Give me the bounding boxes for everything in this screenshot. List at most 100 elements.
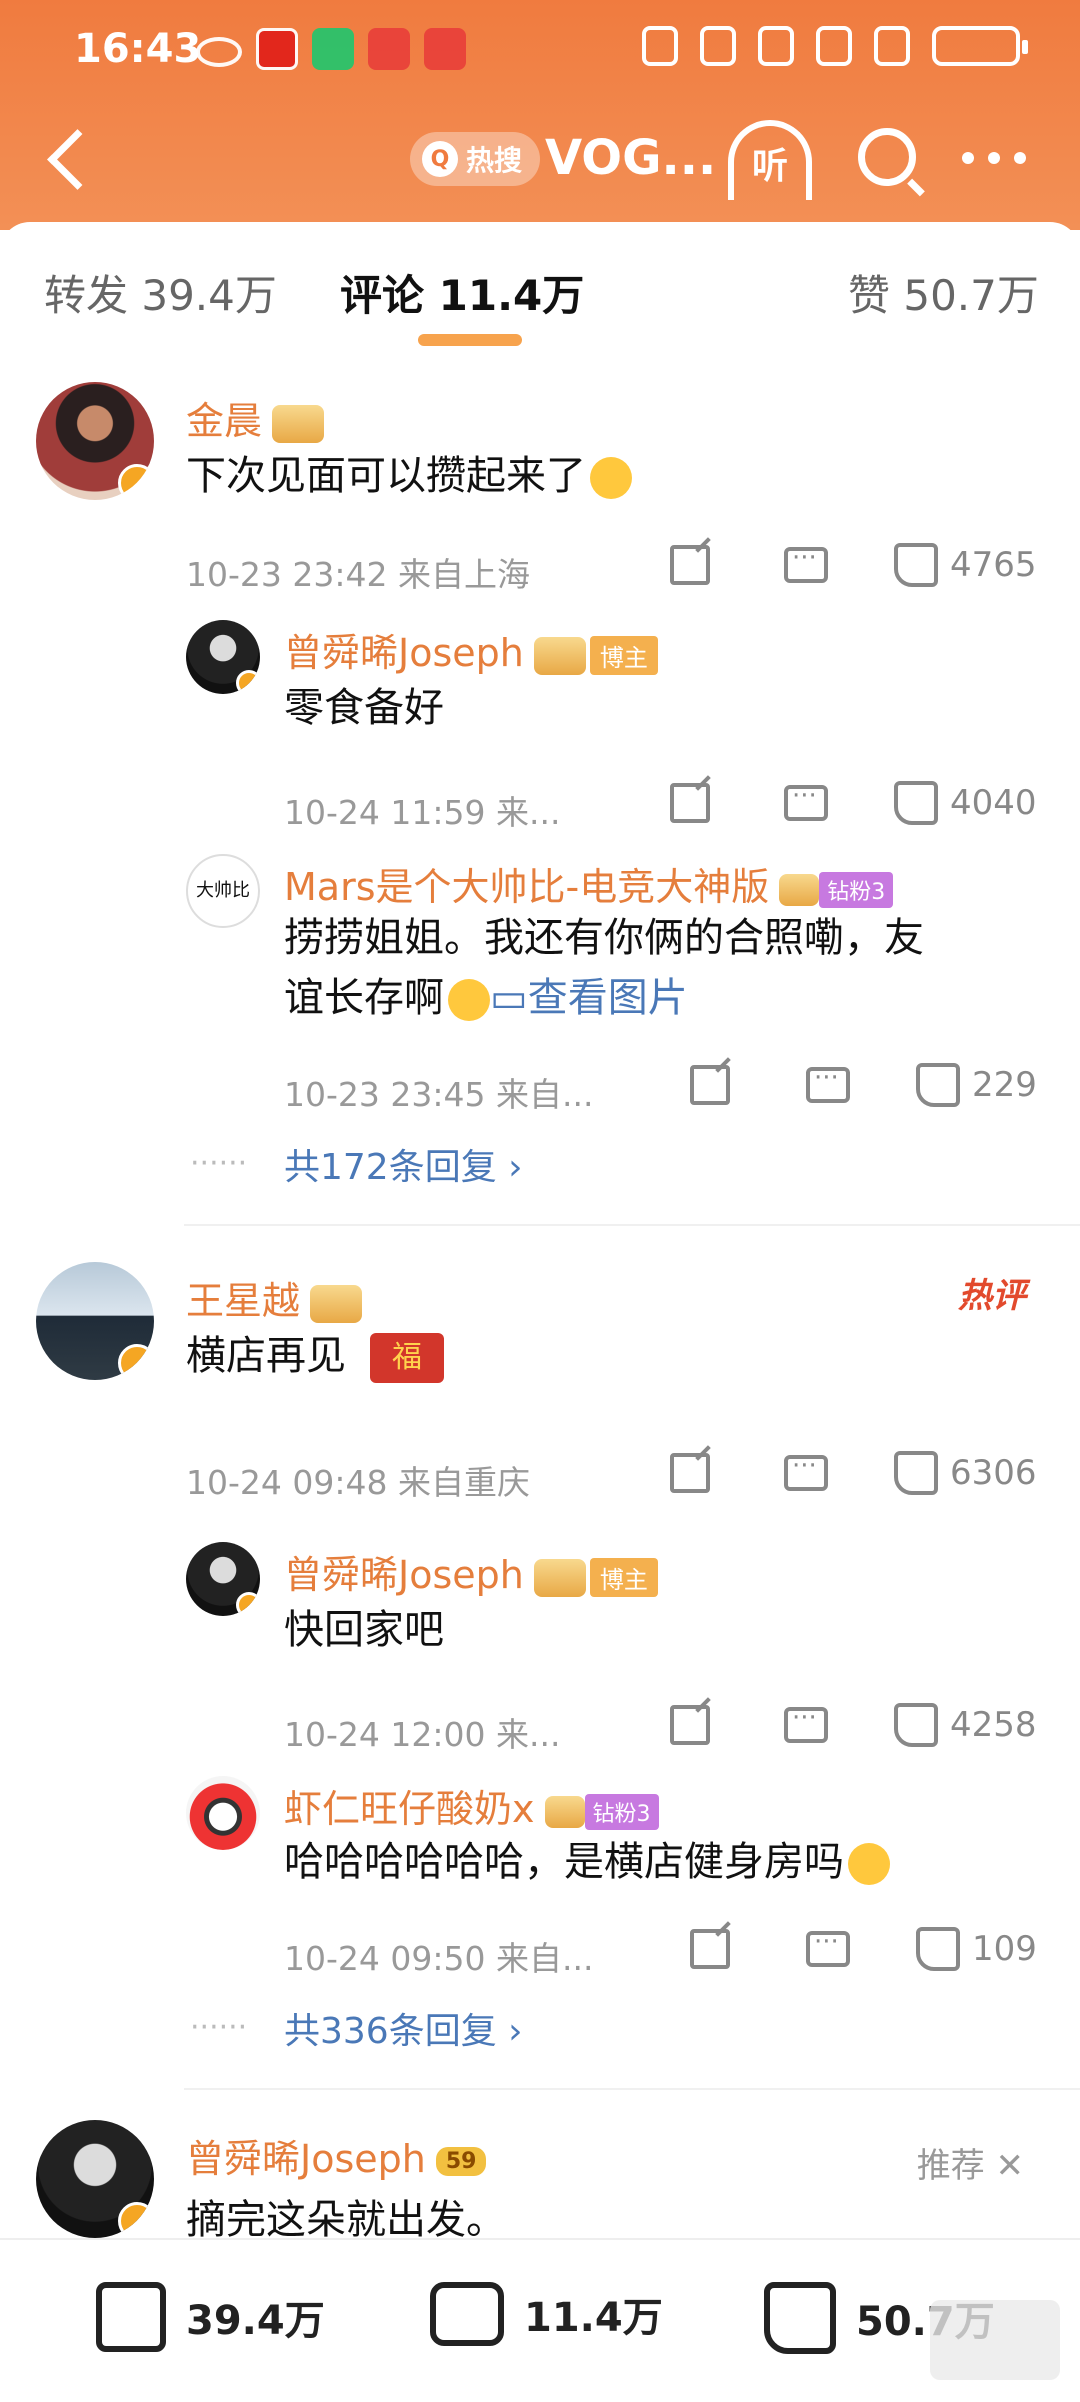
thumbs-up-icon [894, 1451, 938, 1495]
verified-badge-icon [118, 2202, 154, 2238]
recommend-dismiss-button[interactable]: 推荐 ✕ [917, 2138, 1024, 2187]
username[interactable]: 曾舜晞Joseph [186, 2137, 426, 2181]
like-count: 4040 [950, 783, 1037, 823]
username[interactable]: 曾舜晞Joseph [284, 1553, 524, 1597]
like-count: 109 [972, 1929, 1037, 1969]
crown-badge-icon [272, 404, 325, 443]
bottom-repost-button[interactable]: 39.4万 [96, 2282, 325, 2352]
thumbs-up-icon [916, 1063, 960, 1107]
verified-badge-icon [236, 670, 260, 694]
share-button[interactable] [690, 1060, 730, 1110]
more-options-button[interactable] [962, 152, 1026, 164]
comment-icon [784, 543, 828, 583]
thread-dots: ······ [190, 2010, 248, 2045]
reply-button[interactable] [806, 1924, 850, 1974]
like-button[interactable]: 4765 [894, 540, 1037, 590]
username[interactable]: 王星越 [186, 1279, 300, 1323]
level-badge: 59 [435, 2147, 487, 2176]
tab-repost[interactable]: 转发 39.4万 [44, 262, 277, 323]
eye-icon [196, 37, 242, 67]
username[interactable]: 金晨 [186, 399, 262, 443]
reply-button[interactable] [784, 540, 828, 590]
hot-search-label: 热搜 [466, 144, 523, 177]
app-icon [424, 28, 466, 70]
hot-search-button[interactable]: Q 热搜 [410, 132, 541, 186]
avatar[interactable] [186, 620, 260, 694]
share-icon [670, 1453, 710, 1493]
reply-text: 捞捞姐姐。我还有你俩的合照嘞，友 谊长存啊 ▭查看图片 [284, 908, 1044, 1028]
more-replies-link[interactable]: 共336条回复 › [284, 2002, 523, 2054]
comment-icon [430, 2282, 504, 2346]
comment-text: 横店再见福 [186, 1326, 444, 1386]
emoji-icon [848, 1843, 890, 1885]
page-title: VOG... [545, 130, 717, 186]
reply-meta: 10-24 12:00 来... [284, 1715, 561, 1754]
avatar[interactable] [186, 1542, 260, 1616]
reply-meta: 10-24 09:50 来自... [284, 1939, 594, 1978]
reply-text-line: 捞捞姐姐。我还有你俩的合照嘞，友 [284, 915, 924, 961]
share-button[interactable] [690, 1924, 730, 1974]
share-icon [690, 1065, 730, 1105]
bottom-comment-button[interactable]: 11.4万 [430, 2282, 663, 2346]
share-button[interactable] [670, 540, 710, 590]
like-button[interactable]: 4258 [894, 1700, 1037, 1750]
nav-bar: Q 热搜 VOG... 听 [0, 110, 1080, 210]
more-replies-link[interactable]: 共172条回复 › [284, 1138, 523, 1190]
reply-button[interactable] [784, 1448, 828, 1498]
username[interactable]: 曾舜晞Joseph [284, 631, 524, 675]
reply-button[interactable] [784, 778, 828, 828]
battery-icon [932, 26, 1028, 66]
comment-meta: 10-23 23:42 来自上海 [186, 555, 530, 594]
listen-button[interactable]: 听 [728, 120, 812, 200]
thumbs-up-icon [916, 1927, 960, 1971]
verified-badge-icon [118, 464, 154, 500]
crown-badge-icon [533, 636, 586, 675]
author-badge-label: 博主 [589, 636, 658, 675]
search-icon: Q [422, 141, 458, 177]
like-button[interactable]: 4040 [894, 778, 1037, 828]
app-header: 16:43 Q 热搜 VOG... 听 [0, 0, 1080, 230]
view-image-link[interactable]: ▭查看图片 [490, 975, 688, 1021]
comment-header: 王星越 [186, 1270, 363, 1325]
emoji-icon [448, 979, 490, 1021]
reply-header: 曾舜晞Joseph 博主 [284, 1544, 658, 1599]
share-button[interactable] [670, 1700, 710, 1750]
reply-button[interactable] [806, 1060, 850, 1110]
fan-badge-label: 钻粉3 [819, 871, 894, 908]
wifi-icon [816, 26, 852, 66]
like-button[interactable]: 109 [916, 1924, 1037, 1974]
comment-text: 下次见面可以攒起来了 [186, 446, 632, 506]
crown-badge-icon [544, 1795, 585, 1828]
status-time: 16:43 [74, 26, 202, 72]
avatar[interactable] [186, 1776, 260, 1850]
comment-icon [784, 781, 828, 821]
share-button[interactable] [670, 1448, 710, 1498]
share-icon [670, 783, 710, 823]
avatar[interactable] [36, 382, 154, 500]
tab-comments[interactable]: 评论 11.4万 [340, 262, 584, 323]
ai-search-icon[interactable] [858, 128, 916, 186]
like-button[interactable]: 6306 [894, 1448, 1037, 1498]
back-button[interactable] [40, 124, 100, 194]
comment-text-body: 横店再见 [186, 1333, 346, 1379]
reply-text: 零食备好 [284, 685, 444, 731]
username[interactable]: 虾仁旺仔酸奶x [284, 1787, 535, 1831]
author-badge: 博主 [533, 1558, 658, 1597]
listen-label: 听 [751, 146, 788, 187]
divider [184, 2088, 1080, 2090]
avatar[interactable] [36, 1262, 154, 1380]
avatar[interactable] [36, 2120, 154, 2238]
like-count: 4765 [950, 545, 1037, 585]
comment-icon [784, 1451, 828, 1491]
username[interactable]: Mars是个大帅比-电竞大神版 [284, 865, 769, 909]
avatar[interactable]: 大帅比 [186, 854, 260, 928]
thumbs-up-icon [894, 781, 938, 825]
reply-header: 虾仁旺仔酸奶x 钻粉3 [284, 1778, 659, 1833]
comment-header: 金晨 [186, 390, 325, 445]
tab-likes[interactable]: 赞 50.7万 [848, 262, 1039, 323]
like-button[interactable]: 229 [916, 1060, 1037, 1110]
hot-comment-badge: 热评 [958, 1276, 1026, 1316]
reply-button[interactable] [784, 1700, 828, 1750]
share-button[interactable] [670, 778, 710, 828]
tab-bar: 转发 39.4万 评论 11.4万 赞 50.7万 [0, 222, 1080, 346]
